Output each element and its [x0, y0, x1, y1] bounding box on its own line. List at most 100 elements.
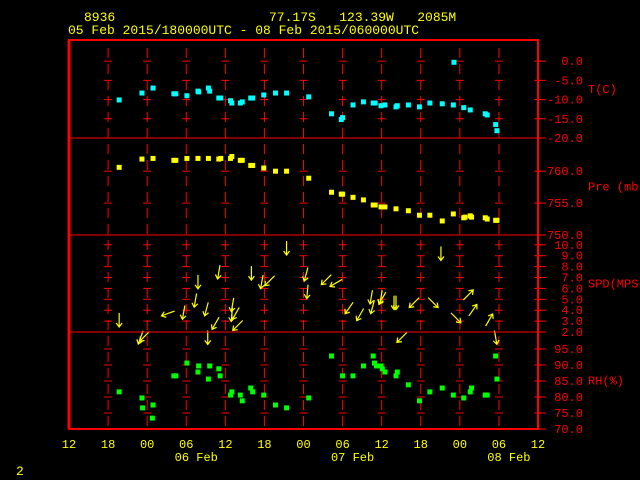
wind-arrow: [160, 310, 175, 318]
pressure-point: [116, 164, 122, 170]
temperature-point: [439, 101, 445, 107]
temperature-point: [229, 100, 235, 106]
x-tick-label: 06: [179, 438, 193, 452]
y-tick-label: 0.0: [561, 55, 583, 69]
relative_humidity-point: [139, 395, 145, 401]
relative_humidity-point: [261, 392, 267, 398]
relative_humidity-point: [284, 405, 290, 411]
relative_humidity-point: [439, 385, 445, 391]
x-tick-label: 00: [296, 438, 310, 452]
pressure-point: [150, 155, 156, 161]
x-tick-label: 06: [492, 438, 506, 452]
relative_humidity-point: [272, 402, 278, 408]
pressure-point: [184, 155, 190, 161]
meteogram-chart: 0.0-5.0-10.0-15.0-20.0T(C)760.0755.0750.…: [62, 39, 640, 465]
wind-arrow: [115, 313, 123, 329]
pressure-point: [393, 206, 399, 212]
temperature-point: [340, 115, 346, 121]
y-tick-label: -20.0: [547, 132, 583, 146]
relative_humidity-point: [393, 373, 399, 379]
pressure-point: [329, 189, 335, 195]
y-tick-label: 80.0: [554, 391, 583, 405]
relative_humidity-point: [216, 366, 222, 372]
relative_humidity-point: [340, 373, 346, 379]
temperature-point: [239, 99, 245, 105]
temperature-point: [467, 107, 473, 113]
pressure-point: [284, 168, 290, 174]
pressure-point: [427, 212, 433, 218]
wind-arrow: [320, 274, 332, 286]
wind-arrow: [492, 330, 500, 346]
relative_humidity-point: [360, 363, 366, 369]
relative_humidity-point: [237, 392, 243, 398]
wind-arrow: [179, 305, 187, 321]
relative_humidity-point: [217, 373, 223, 379]
wind-arrow: [468, 303, 478, 317]
x-tick-label: 18: [101, 438, 115, 452]
date-label: 07 Feb: [331, 451, 374, 465]
x-tick-label: 12: [531, 438, 545, 452]
wind-arrow: [210, 316, 220, 331]
wind-arrow: [232, 320, 244, 332]
relative_humidity-point: [116, 389, 122, 395]
temperature-point: [427, 100, 433, 106]
pressure-point: [205, 155, 211, 161]
wind-arrow: [303, 284, 311, 300]
temperature-point: [272, 90, 278, 96]
pressure-point: [450, 211, 456, 217]
temperature-point: [360, 99, 366, 105]
wind-arrow: [427, 297, 439, 309]
temperature-point: [218, 95, 224, 101]
wind-arrow: [191, 293, 199, 309]
pressure-point: [272, 168, 278, 174]
y-tick-label: 2.0: [561, 326, 583, 340]
relative_humidity-point: [493, 353, 499, 359]
pressure-point: [360, 197, 366, 203]
pressure-point: [416, 212, 422, 218]
x-tick-label: 12: [374, 438, 388, 452]
temperature-point: [394, 103, 400, 109]
wind-arrow: [204, 330, 212, 346]
y-tick-label: 75.0: [554, 407, 583, 421]
temperature-point: [451, 59, 457, 65]
temperature-point: [261, 92, 267, 98]
relative_humidity-point: [350, 373, 356, 379]
relative_humidity-point: [382, 369, 388, 375]
y-tick-label: 760.0: [547, 165, 583, 179]
panel-temperature: 0.0 -5.0 -10.0 -15.0 -20.0 T(C): [104, 55, 617, 146]
wind-arrow: [367, 290, 375, 306]
relative_humidity-point: [484, 392, 490, 398]
wind-arrow: [344, 301, 354, 315]
relative_humidity-point: [150, 402, 156, 408]
temperature-point: [139, 90, 145, 96]
relative_humidity-point: [184, 360, 190, 366]
panel-pressure: 760.0755.0750.0Pre (mb): [69, 137, 640, 243]
relative_humidity-point: [196, 363, 202, 369]
temperature-point: [184, 93, 190, 99]
temperature-point: [350, 102, 356, 108]
relative_humidity-point: [195, 369, 201, 375]
wind-arrow: [462, 289, 474, 301]
relative_humidity-point: [373, 363, 379, 369]
relative_humidity-point: [207, 363, 213, 369]
y-tick-label: 90.0: [554, 359, 583, 373]
pressure-point: [484, 216, 490, 222]
pressure-point: [405, 208, 411, 214]
x-tick-label: 00: [453, 438, 467, 452]
relative_humidity-point: [427, 389, 433, 395]
pressure-point: [382, 204, 388, 210]
relative_humidity-point: [250, 389, 256, 395]
date-label: 06 Feb: [175, 451, 218, 465]
date-label: 08 Feb: [487, 451, 530, 465]
pressure-point: [139, 156, 145, 162]
temperature-point: [405, 102, 411, 108]
pressure-point: [469, 214, 475, 220]
x-tick-label: 06: [335, 438, 349, 452]
pressure-point: [372, 202, 378, 208]
pressure-point: [261, 165, 267, 171]
wind-arrow: [437, 246, 445, 262]
pressure-point: [439, 218, 445, 224]
relative_humidity-point: [450, 392, 456, 398]
pressure-point: [195, 155, 201, 161]
y-tick-label: 70.0: [554, 423, 583, 437]
